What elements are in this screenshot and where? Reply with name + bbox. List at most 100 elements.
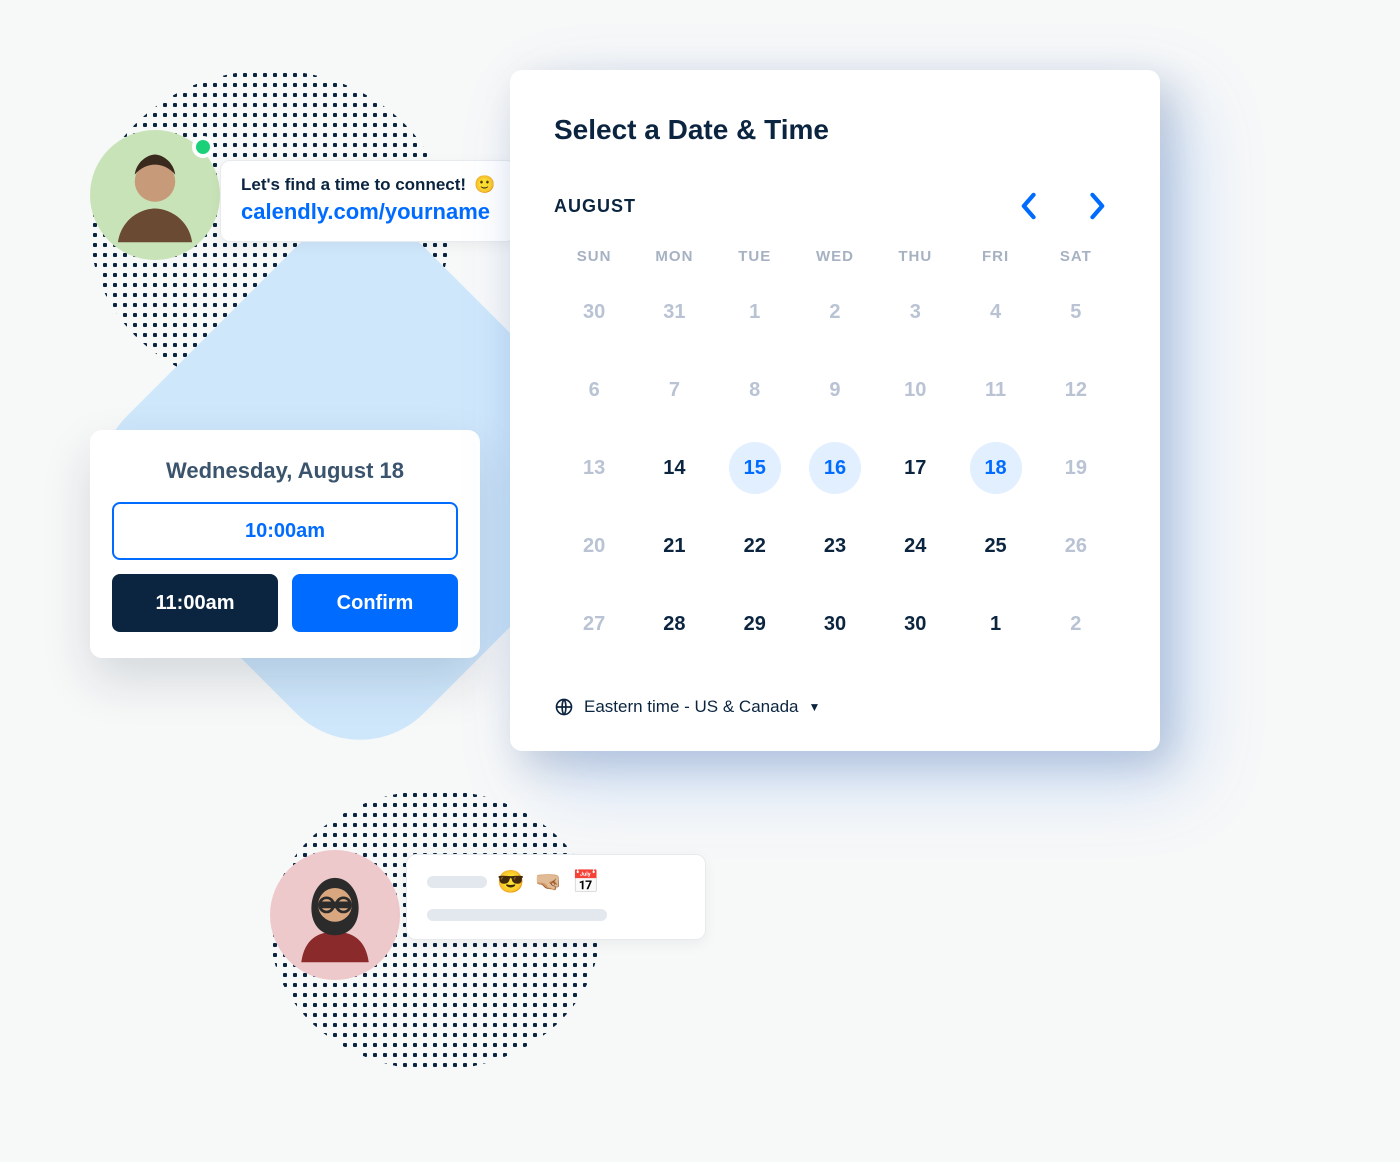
time-slot-11am-selected[interactable]: 11:00am [112,574,278,632]
dow-fri: FRI [955,248,1035,265]
calendar-day-number: 10 [904,379,926,402]
calendar-day-disabled: 1 [715,301,795,324]
avatar-user-1 [90,130,220,260]
calendar-day[interactable]: 1 [955,613,1035,636]
calendar-day-available[interactable]: 16 [795,457,875,480]
globe-icon [554,697,574,717]
chat-bubble-reply: 😎 🤜🏼 📅 [406,854,706,940]
confirm-button[interactable]: Confirm [292,574,458,632]
calendar-week-row: 30 31 1 2 3 4 5 [554,273,1116,351]
calendar-day[interactable]: 24 [875,535,955,558]
calendar-day-number: 14 [663,457,685,480]
person-icon [281,861,389,969]
calendar-day-number: 11 [985,379,1006,402]
calendar-title: Select a Date & Time [554,114,1116,146]
chevron-right-icon [1089,192,1107,220]
calendar-month-label: AUGUST [554,196,636,217]
calendar-day[interactable]: 30 [795,613,875,636]
calendar-panel: Select a Date & Time AUGUST SUN MON TUE … [510,70,1160,751]
calendar-day-disabled: 8 [715,379,795,402]
dow-wed: WED [795,248,875,265]
calendar-day[interactable]: 29 [715,613,795,636]
calendar-day-number: 6 [589,379,600,402]
calendar-day-number: 18 [984,457,1006,480]
calendar-day-disabled: 2 [1036,613,1116,636]
calendar-day-disabled: 2 [795,301,875,324]
dow-tue: TUE [715,248,795,265]
calendar-day-disabled: 27 [554,613,634,636]
calendar-day-number: 5 [1070,301,1081,324]
calendar-day-number: 2 [1070,613,1081,636]
dow-mon: MON [634,248,714,265]
calendar-weekday-header: SUN MON TUE WED THU FRI SAT [554,248,1116,265]
calendar-day-number: 19 [1065,457,1087,480]
calendar-day-disabled: 30 [554,301,634,324]
calendar-day-disabled: 31 [634,301,714,324]
calendar-day-disabled: 6 [554,379,634,402]
text-placeholder-line [427,909,607,921]
calendar-day-disabled: 5 [1036,301,1116,324]
dropdown-caret-icon: ▼ [808,700,820,714]
reply-emojis: 😎 🤜🏼 📅 [497,869,601,895]
dow-thu: THU [875,248,955,265]
calendar-day-number: 21 [663,535,685,558]
calendar-day-disabled: 11 [955,379,1035,402]
scheduling-link[interactable]: calendly.com/yourname [241,199,495,225]
calendar-day[interactable]: 17 [875,457,955,480]
calendar-day[interactable]: 25 [955,535,1035,558]
calendar-day-number: 24 [904,535,926,558]
calendar-day-number: 22 [744,535,766,558]
calendar-day[interactable]: 14 [634,457,714,480]
calendar-day-number: 13 [583,457,605,480]
calendar-day[interactable]: 22 [715,535,795,558]
calendar-day-number: 31 [663,301,685,324]
time-picker-card: Wednesday, August 18 10:00am 11:00am Con… [90,430,480,658]
calendar-day-number: 29 [744,613,766,636]
calendar-week-row: 6 78 9 10 11 12 [554,351,1116,429]
calendar-day-disabled: 13 [554,457,634,480]
calendar-day-disabled: 10 [875,379,955,402]
calendar-day-number: 26 [1065,535,1087,558]
calendar-day-number: 30 [583,301,605,324]
calendar-day-available[interactable]: 15 [715,457,795,480]
calendar-day-number: 28 [663,613,685,636]
calendar-day-number: 1 [990,613,1001,636]
calendar-day-disabled: 19 [1036,457,1116,480]
calendar-day-disabled: 26 [1036,535,1116,558]
calendar-week-row: 13 14 15 16 17 18 19 [554,429,1116,507]
calendar-day-number: 17 [904,457,926,480]
person-icon [101,141,209,249]
calendar-day-number: 2 [829,301,840,324]
calendar-day-number: 23 [824,535,846,558]
calendar-day-number: 3 [910,301,921,324]
chevron-left-icon [1019,192,1037,220]
calendar-day-number: 9 [829,379,840,402]
calendar-day-number: 12 [1065,379,1087,402]
calendar-day[interactable]: 21 [634,535,714,558]
calendar-day-disabled: 4 [955,301,1035,324]
calendar-day[interactable]: 23 [795,535,875,558]
calendar-day-available[interactable]: 18 [955,457,1035,480]
calendar-day-number: 4 [990,301,1001,324]
calendar-day-disabled: 7 [634,379,714,402]
avatar-user-2 [270,850,400,980]
dow-sat: SAT [1036,248,1116,265]
calendar-day-disabled: 20 [554,535,634,558]
calendar-day[interactable]: 30 [875,613,955,636]
calendar-day-number: 1 [749,301,760,324]
calendar-week-row: 20 21 22 23 24 25 26 [554,507,1116,585]
timezone-label: Eastern time - US & Canada [584,697,798,717]
calendar-day[interactable]: 28 [634,613,714,636]
prev-month-button[interactable] [1010,188,1046,224]
chat-bubble-share-link: Let's find a time to connect! 🙂 calendly… [220,160,516,242]
time-slot-10am[interactable]: 10:00am [112,502,458,560]
calendar-day-number: 15 [744,457,766,480]
selected-date-heading: Wednesday, August 18 [112,458,458,484]
calendar-day-number: 30 [904,613,926,636]
next-month-button[interactable] [1080,188,1116,224]
text-placeholder-line [427,876,487,888]
smile-emoji: 🙂 [474,175,495,195]
calendar-day-disabled: 9 [795,379,875,402]
timezone-selector[interactable]: Eastern time - US & Canada ▼ [554,697,1116,717]
calendar-day-disabled: 12 [1036,379,1116,402]
